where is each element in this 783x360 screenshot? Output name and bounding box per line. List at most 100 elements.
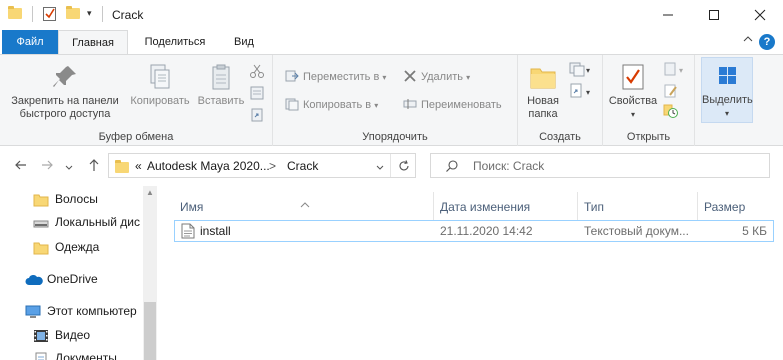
column-header-size[interactable]: Размер <box>704 192 774 222</box>
back-button[interactable] <box>14 158 28 177</box>
svg-text:▾: ▾ <box>586 66 590 75</box>
organize-group: Переместить в ▾ Копировать в ▾ Удалить ▾… <box>273 55 518 146</box>
edit-icon[interactable] <box>663 83 679 102</box>
address-row: « Autodesk Maya 2020... > Crack Поиск: C… <box>0 146 783 186</box>
copy-to-button[interactable]: Копировать в ▾ <box>285 95 378 115</box>
svg-text:▾: ▾ <box>586 88 590 97</box>
new-item-icon[interactable]: ▾ <box>568 61 592 80</box>
nav-item-volosy[interactable]: Волосы <box>0 188 142 210</box>
help-button[interactable]: ? <box>759 34 775 50</box>
select-group: Выделить ▾ <box>695 55 755 146</box>
group-label: Буфер обмена <box>98 131 174 143</box>
pin-icon <box>50 63 80 91</box>
up-button[interactable] <box>87 158 101 177</box>
refresh-icon[interactable] <box>397 159 411 176</box>
scrollbar-thumb[interactable] <box>144 302 156 360</box>
easy-access-icon[interactable]: ▾ <box>568 83 592 102</box>
properties-icon[interactable] <box>42 6 58 25</box>
ribbon: Закрепить на панели быстрого доступа Коп… <box>0 54 783 146</box>
customize-quick-access-icon[interactable]: ▾ <box>87 8 92 19</box>
copy-button[interactable]: Копировать <box>124 59 196 108</box>
properties-button[interactable]: Свойства ▾ <box>607 59 659 121</box>
maximize-button[interactable] <box>691 0 737 30</box>
sort-ascending-icon <box>300 190 310 220</box>
window-title: Crack <box>112 8 144 22</box>
divider <box>102 6 103 22</box>
new-folder-icon <box>528 63 558 91</box>
forward-button[interactable] <box>40 158 54 177</box>
rename-button[interactable]: Переименовать <box>403 95 502 115</box>
recent-locations-icon[interactable] <box>64 160 74 178</box>
drive-icon <box>33 215 49 229</box>
tab-file[interactable]: Файл <box>2 30 58 54</box>
paste-icon <box>206 63 236 91</box>
scroll-up-icon[interactable]: ▲ <box>143 188 157 200</box>
column-header-date[interactable]: Дата изменения <box>440 192 576 222</box>
nav-item-documents[interactable]: Документы <box>0 347 142 360</box>
address-bar[interactable]: « Autodesk Maya 2020... > Crack <box>108 153 416 178</box>
select-grid-icon <box>712 62 742 90</box>
divider <box>32 6 33 22</box>
nav-item-local-disk[interactable]: Локальный дис <box>0 211 142 233</box>
breadcrumb-crack[interactable]: Crack <box>287 159 318 173</box>
paste-button[interactable]: Вставить <box>195 59 247 108</box>
nav-item-odezhda[interactable]: Одежда <box>0 236 142 258</box>
file-row-install[interactable]: install 21.11.2020 14:42 Текстовый докум… <box>174 220 774 242</box>
open-group: Свойства ▾ ▾ Открыть <box>603 55 695 146</box>
file-date: 21.11.2020 14:42 <box>440 224 533 238</box>
minimize-button[interactable] <box>645 0 691 30</box>
clipboard-group: Закрепить на панели быстрого доступа Коп… <box>0 55 273 146</box>
file-name: install <box>200 224 231 238</box>
navigation-pane: Волосы Локальный дис Одежда OneDrive Это… <box>0 186 158 360</box>
column-divider[interactable] <box>433 192 434 222</box>
file-type: Текстовый докум... <box>584 224 689 238</box>
video-icon <box>33 328 49 342</box>
computer-icon <box>25 304 41 318</box>
ribbon-tabs: Файл Главная Поделиться Вид ? <box>0 30 783 55</box>
history-icon[interactable] <box>663 103 679 122</box>
column-divider[interactable] <box>697 192 698 222</box>
cloud-icon <box>25 272 43 286</box>
delete-icon <box>403 69 417 83</box>
close-button[interactable] <box>737 0 783 30</box>
copy-path-icon[interactable] <box>249 85 265 104</box>
group-label: Создать <box>539 131 581 143</box>
column-header-type[interactable]: Тип <box>584 192 694 222</box>
folder-icon <box>33 192 49 207</box>
folder-icon <box>33 240 49 255</box>
breadcrumb-separator[interactable]: > <box>269 159 276 173</box>
open-icon[interactable]: ▾ <box>663 61 687 80</box>
breadcrumb-autodesk-maya[interactable]: Autodesk Maya 2020... <box>147 159 270 173</box>
collapse-ribbon-icon[interactable] <box>743 34 753 47</box>
nav-item-onedrive[interactable]: OneDrive <box>0 268 142 290</box>
documents-icon <box>33 351 49 360</box>
delete-button[interactable]: Удалить ▾ <box>403 67 470 87</box>
file-size: 5 КБ <box>742 224 767 238</box>
column-divider[interactable] <box>577 192 578 222</box>
nav-scrollbar[interactable]: ▲ <box>143 186 157 360</box>
search-icon <box>445 159 459 176</box>
search-placeholder: Поиск: Crack <box>473 159 545 173</box>
text-file-icon <box>181 223 195 242</box>
group-label: Упорядочить <box>362 131 428 143</box>
tab-view[interactable]: Вид <box>222 30 266 54</box>
search-input[interactable]: Поиск: Crack <box>430 153 770 178</box>
properties-icon <box>618 63 648 91</box>
column-header-name[interactable]: Имя <box>180 192 430 222</box>
copy-icon <box>145 63 175 91</box>
paste-shortcut-icon[interactable] <box>249 107 265 126</box>
address-prefix[interactable]: « <box>135 159 142 173</box>
title-bar: ▾ Crack <box>0 0 783 30</box>
move-to-button[interactable]: Переместить в ▾ <box>285 67 386 87</box>
new-folder-button[interactable]: Новая папка <box>524 59 562 121</box>
pin-to-quick-access-button[interactable]: Закрепить на панели быстрого доступа <box>6 59 124 121</box>
cut-icon[interactable] <box>249 63 265 82</box>
rename-icon <box>403 97 417 111</box>
tab-home[interactable]: Главная <box>58 30 128 55</box>
tab-share[interactable]: Поделиться <box>133 30 217 54</box>
nav-item-this-pc[interactable]: Этот компьютер <box>0 300 142 322</box>
chevron-down-icon[interactable] <box>375 162 385 176</box>
select-button[interactable]: Выделить ▾ <box>701 57 753 123</box>
nav-item-video[interactable]: Видео <box>0 324 142 346</box>
file-list: Имя Дата изменения Тип Размер install 21… <box>158 186 783 360</box>
